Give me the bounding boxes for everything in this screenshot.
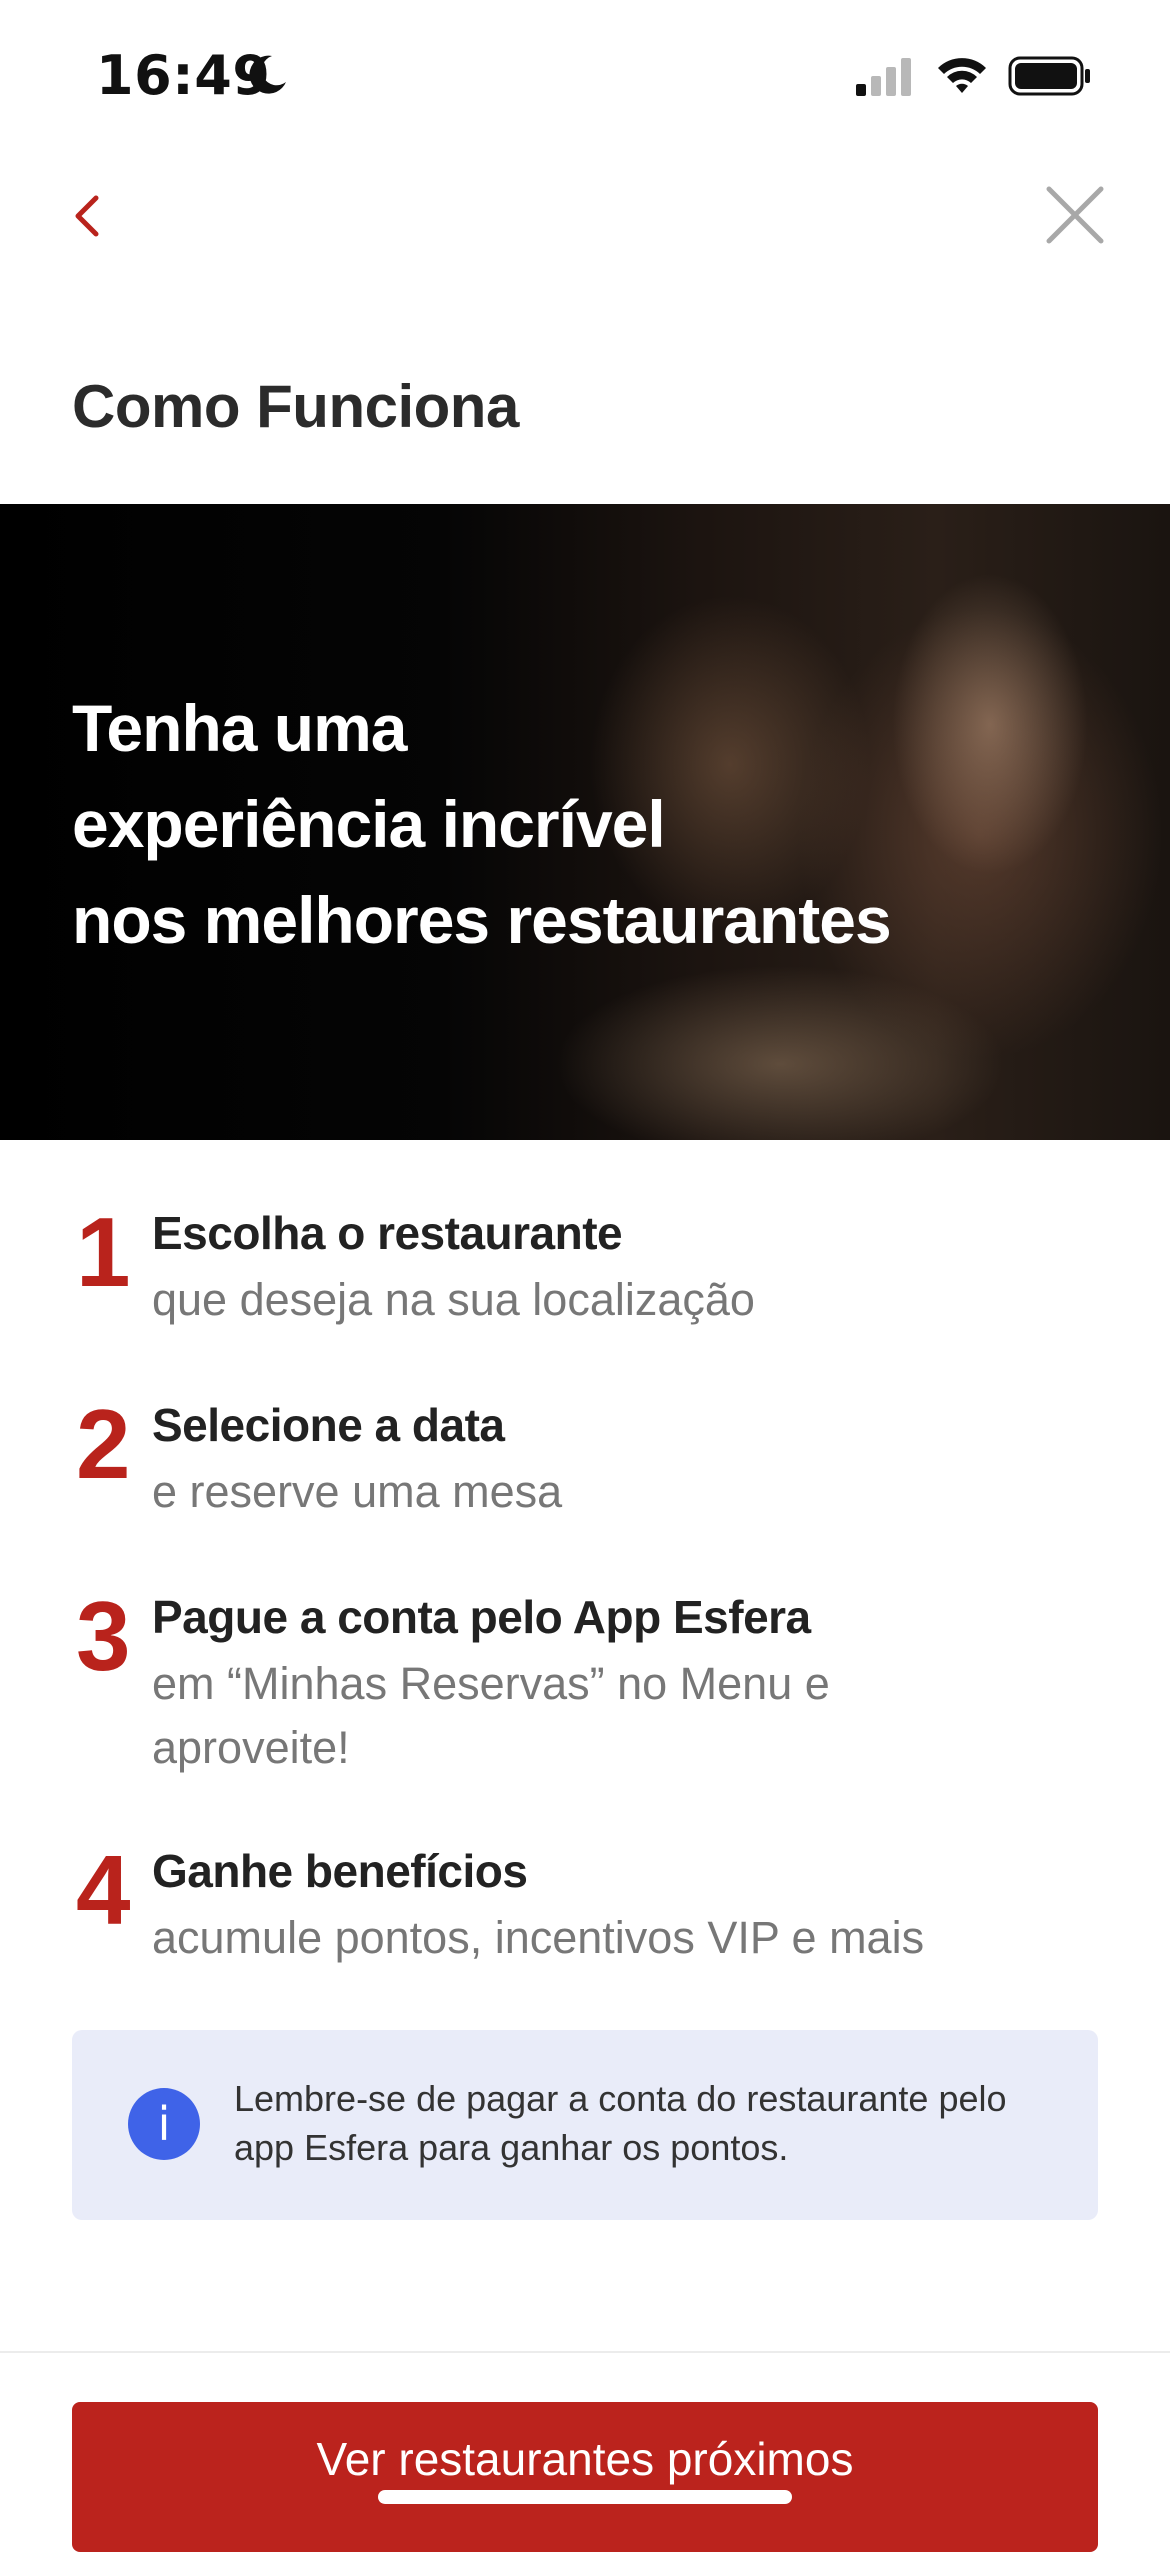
hero-photo (860, 544, 1170, 1140)
step-number: 4 (76, 1835, 130, 1945)
step-title: Pague a conta pelo App Esfera (152, 1591, 811, 1643)
step-number: 1 (76, 1197, 130, 1307)
step-title: Ganhe benefícios (152, 1845, 528, 1897)
step-number: 3 (76, 1581, 130, 1691)
hero-headline: Tenha uma experiência incrível nos melho… (72, 680, 892, 968)
step-description: e reserve uma mesa (152, 1466, 563, 1517)
step-description: em “Minhas Reservas” no Menu e aproveite… (152, 1658, 830, 1773)
hero-headline-line: nos melhores restaurantes (72, 883, 892, 957)
close-button[interactable] (1040, 180, 1110, 250)
info-icon: i (128, 2088, 200, 2160)
footer-divider (0, 2351, 1170, 2353)
nearby-restaurants-button-label: Ver restaurantes próximos (316, 2433, 854, 2485)
battery-icon (1008, 56, 1090, 96)
page-title: Como Funciona (72, 373, 519, 440)
back-button[interactable] (58, 180, 118, 250)
hero-banner: Tenha uma experiência incrível nos melho… (0, 504, 1170, 1140)
step-description: acumule pontos, incentivos VIP e mais (152, 1912, 925, 1963)
moon-icon (249, 55, 286, 94)
close-icon (1046, 186, 1104, 244)
info-text: Lembre-se de pagar a conta do restaurant… (234, 2078, 1007, 2168)
info-icon-glyph: i (157, 2097, 171, 2151)
home-indicator[interactable] (378, 2490, 792, 2504)
step-title: Escolha o restaurante (152, 1207, 623, 1259)
step-title: Selecione a data (152, 1399, 505, 1451)
hero-headline-line: experiência incrível (72, 787, 666, 861)
status-bar: 16:49 (0, 0, 1170, 150)
step-description: que deseja na sua localização (152, 1274, 755, 1325)
nearby-restaurants-button[interactable]: Ver restaurantes próximos (72, 2402, 1098, 2552)
hero-headline-line: Tenha uma (72, 691, 408, 765)
wifi-icon (938, 58, 986, 93)
cellular-signal-icon (856, 58, 911, 96)
chevron-left-icon (75, 195, 99, 237)
step-number: 2 (76, 1389, 130, 1499)
info-notice: i Lembre-se de pagar a conta do restaura… (72, 2030, 1098, 2220)
